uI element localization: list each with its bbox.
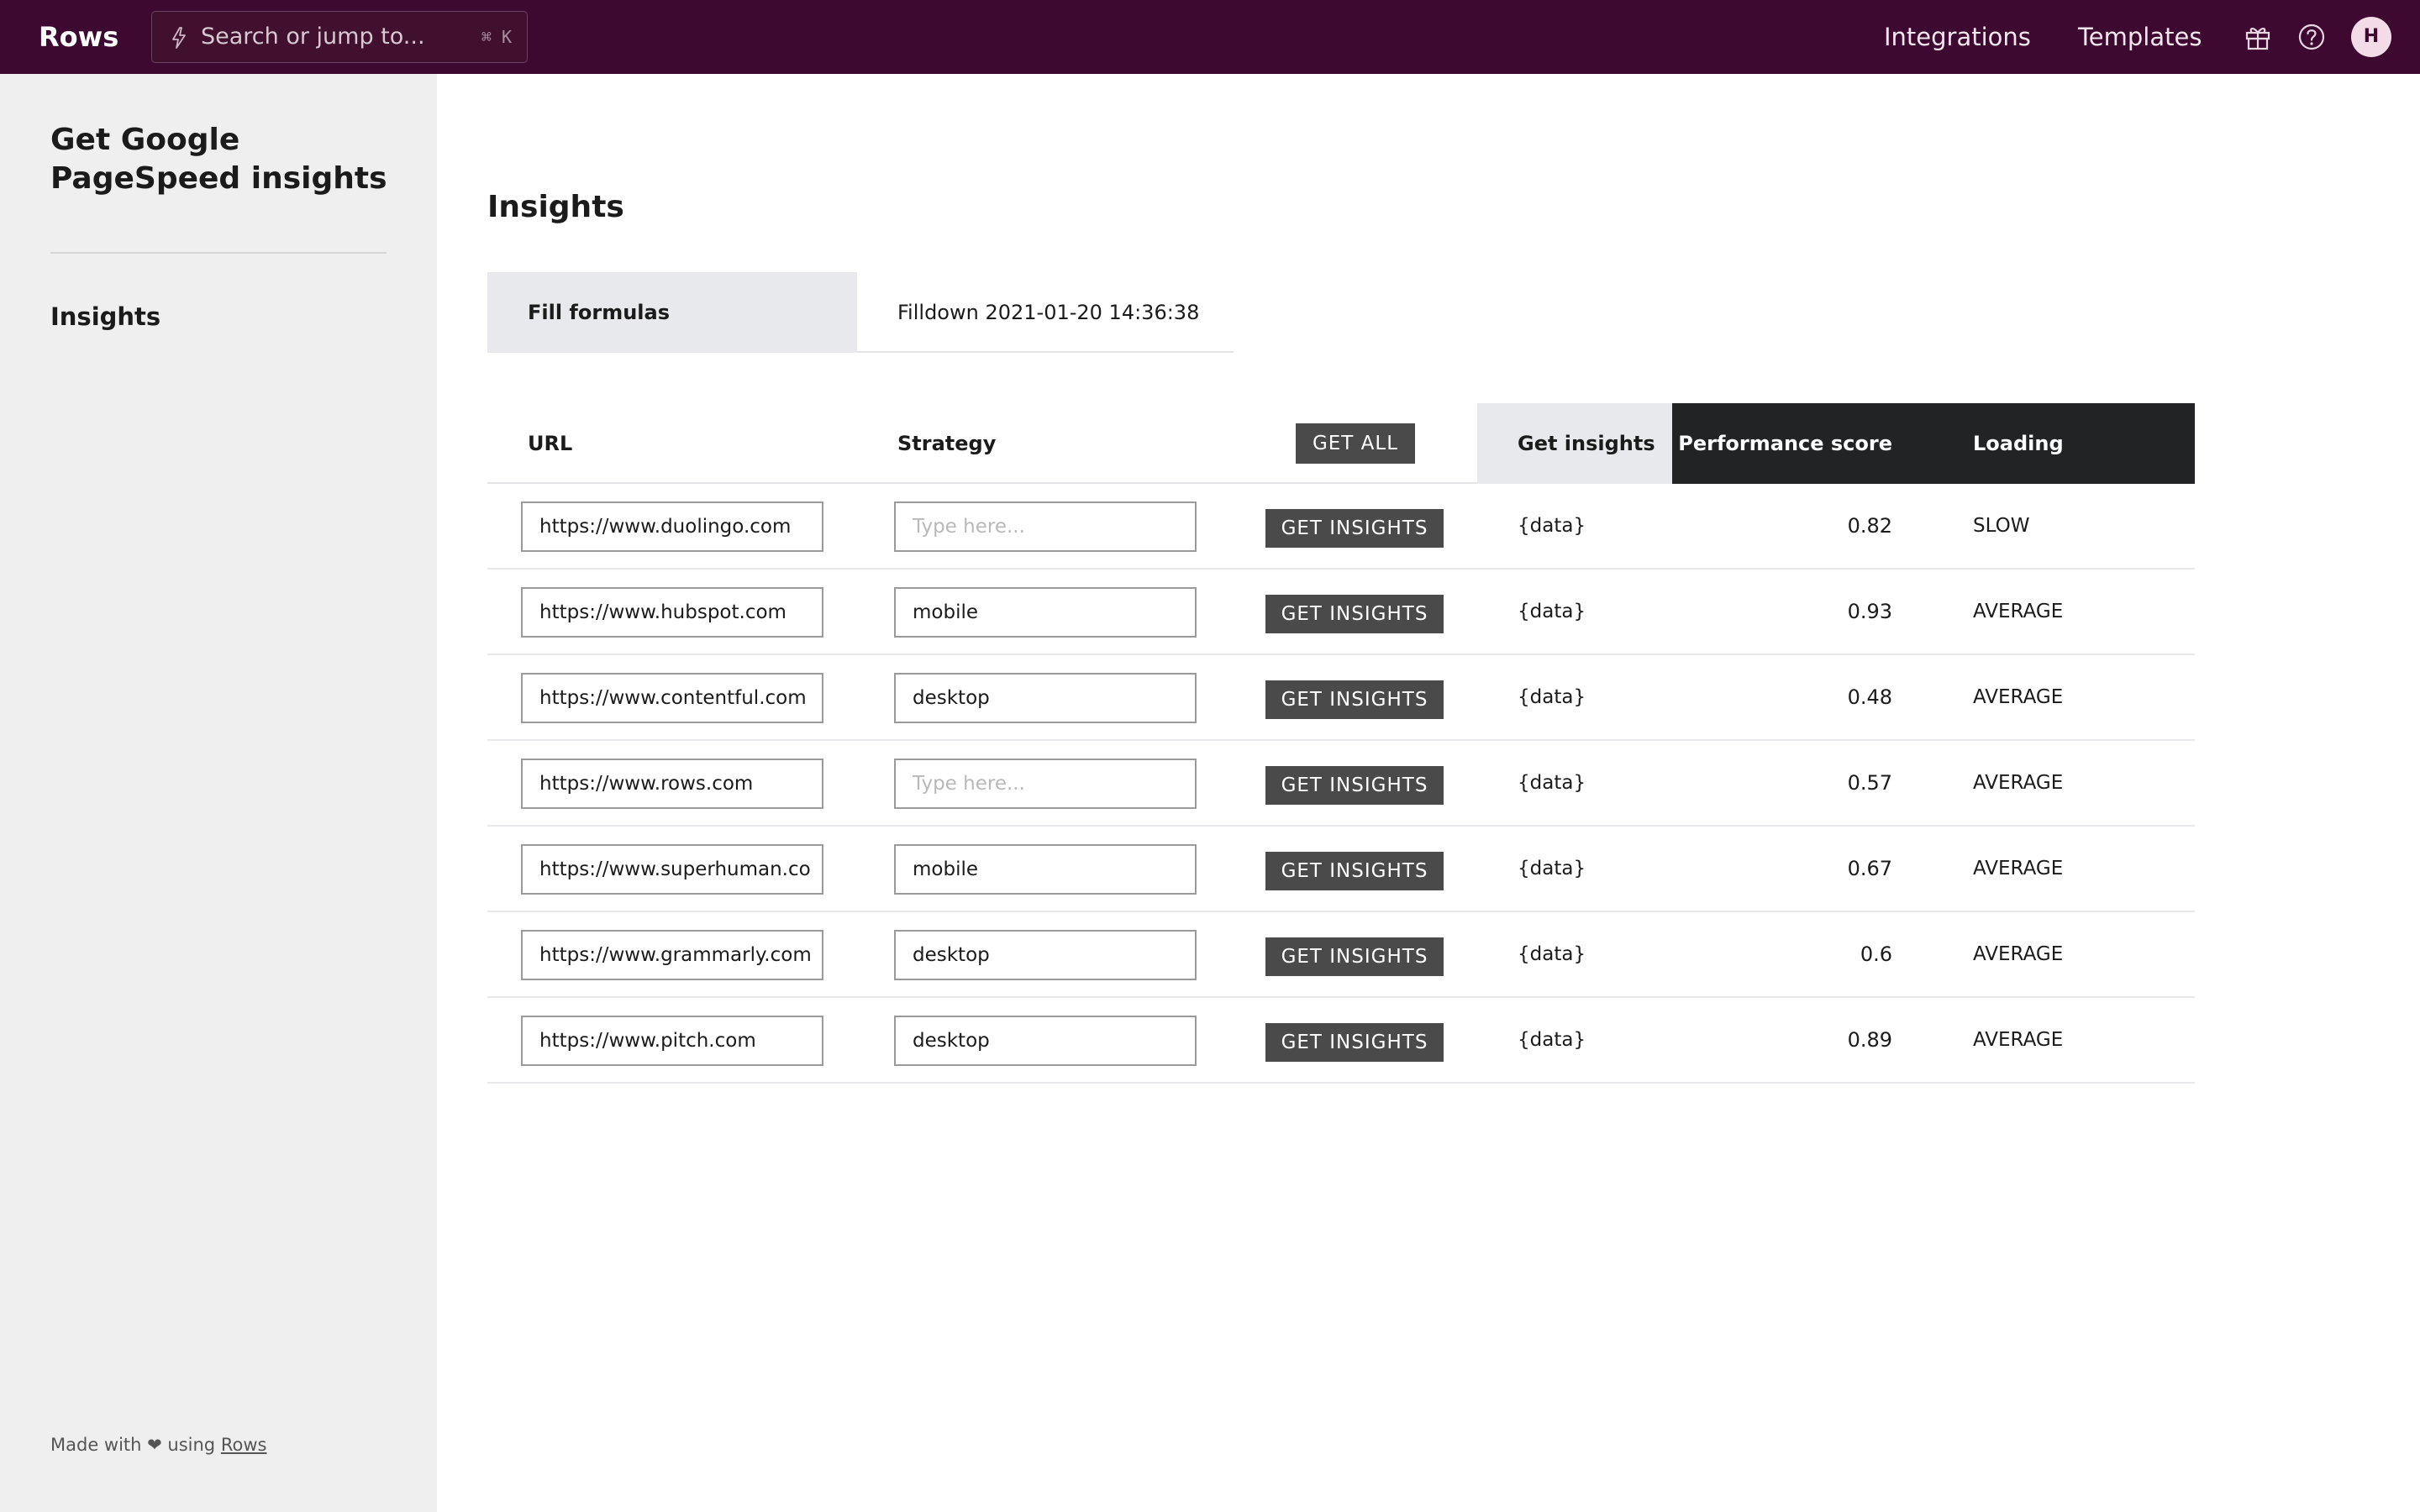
loading-experience-cell: SLOW — [1973, 515, 2030, 537]
search-placeholder: Search or jump to... — [201, 24, 425, 50]
get-insights-button[interactable]: GET INSIGHTS — [1265, 852, 1444, 890]
loading-experience-cell: AVERAGE — [1973, 858, 2064, 879]
get-insights-button[interactable]: GET INSIGHTS — [1265, 680, 1444, 719]
table-body: https://www.duolingo.com Type here... GET … — [487, 484, 2195, 1084]
insights-data-cell: {data} — [1518, 515, 1586, 537]
sidebar-title: Get Google PageSpeed insights — [50, 123, 387, 196]
performance-score-cell: 0.57 — [1847, 771, 1892, 795]
loading-experience-cell: AVERAGE — [1973, 601, 2064, 622]
get-insights-button[interactable]: GET INSIGHTS — [1265, 937, 1444, 976]
header-loading-experience: Loading experience — [1933, 403, 2195, 536]
url-input[interactable]: https://www.rows.com — [521, 759, 823, 809]
nav-templates[interactable]: Templates — [2078, 18, 2202, 55]
search-box[interactable]: Search or jump to... ⌘ K — [151, 11, 528, 63]
header-performance-score: Performance score — [1672, 403, 1933, 484]
loading-experience-cell: AVERAGE — [1973, 1029, 2064, 1051]
performance-score-cell: 0.6 — [1860, 942, 1892, 966]
insights-data-cell: {data} — [1518, 772, 1586, 794]
table-row: https://www.hubspot.com mobile GET INSIGHT… — [487, 570, 2195, 655]
table-row: https://www.pitch.com desktop GET INSIGHTS… — [487, 998, 2195, 1084]
strategy-input[interactable]: Type here... — [894, 759, 1197, 809]
performance-score-cell: 0.82 — [1847, 514, 1892, 538]
tab-bar: Fill formulas Filldown 2021-01-20 14:36:… — [487, 272, 1234, 353]
strategy-input[interactable]: mobile — [894, 844, 1197, 895]
url-input[interactable]: https://www.contentful.com — [521, 673, 823, 723]
table-row: https://www.duolingo.com Type here... GET … — [487, 484, 2195, 570]
url-input[interactable]: https://www.hubspot.com — [521, 587, 823, 638]
made-with-text: Made with ❤ using — [50, 1435, 216, 1455]
tab-filldown[interactable]: Filldown 2021-01-20 14:36:38 — [857, 272, 1234, 353]
table-row: https://www.contentful.com desktop GET INS… — [487, 655, 2195, 741]
url-input[interactable]: https://www.grammarly.com — [521, 930, 823, 980]
url-input[interactable]: https://www.duolingo.com — [521, 501, 823, 552]
performance-score-cell: 0.93 — [1847, 600, 1892, 623]
strategy-input[interactable]: desktop — [894, 930, 1197, 980]
header-url: URL — [528, 432, 573, 455]
sidebar-divider — [50, 252, 387, 254]
table-row: https://www.grammarly.com desktop GET INSI… — [487, 912, 2195, 998]
made-with-footer: Made with ❤ using Rows — [50, 1435, 266, 1455]
performance-score-cell: 0.89 — [1847, 1028, 1892, 1052]
insights-data-cell: {data} — [1518, 858, 1586, 879]
url-input[interactable]: https://www.superhuman.co — [521, 844, 823, 895]
get-insights-button[interactable]: GET INSIGHTS — [1265, 1023, 1444, 1062]
insights-table: URL Strategy GET ALL Get insights Perfor… — [487, 403, 2195, 1084]
header-get-insights: Get insights — [1477, 403, 1672, 484]
strategy-input[interactable]: Type here... — [894, 501, 1197, 552]
get-insights-button[interactable]: GET INSIGHTS — [1265, 595, 1444, 633]
get-insights-button[interactable]: GET INSIGHTS — [1265, 766, 1444, 805]
sidebar: Get Google PageSpeed insights Insights M… — [0, 74, 437, 1512]
strategy-input[interactable]: desktop — [894, 1016, 1197, 1066]
top-bar: Rows Search or jump to... ⌘ K Integratio… — [0, 0, 2420, 74]
table-header: URL Strategy GET ALL Get insights Perfor… — [487, 403, 2195, 536]
loading-experience-cell: AVERAGE — [1973, 943, 2064, 965]
insights-data-cell: {data} — [1518, 601, 1586, 622]
help-icon[interactable] — [2295, 20, 2328, 54]
header-strategy: Strategy — [897, 432, 997, 455]
strategy-input[interactable]: desktop — [894, 673, 1197, 723]
loading-experience-cell: AVERAGE — [1973, 772, 2064, 794]
loading-experience-cell: AVERAGE — [1973, 686, 2064, 708]
get-all-button[interactable]: GET ALL — [1296, 423, 1415, 464]
sidebar-item-insights[interactable]: Insights — [50, 302, 160, 331]
insights-data-cell: {data} — [1518, 943, 1586, 965]
performance-score-cell: 0.48 — [1847, 685, 1892, 709]
table-row: https://www.rows.com Type here... GET INSI… — [487, 741, 2195, 827]
search-shortcut: ⌘ K — [481, 27, 512, 47]
avatar[interactable]: H — [2351, 17, 2391, 57]
table-row: https://www.superhuman.co mobile GET INSIG… — [487, 827, 2195, 912]
get-insights-button[interactable]: GET INSIGHTS — [1265, 509, 1444, 548]
url-input[interactable]: https://www.pitch.com — [521, 1016, 823, 1066]
gift-icon[interactable] — [2241, 20, 2275, 54]
performance-score-cell: 0.67 — [1847, 857, 1892, 880]
page-title: Insights — [487, 190, 624, 224]
tab-fill-formulas[interactable]: Fill formulas — [487, 272, 857, 353]
rows-logo[interactable]: Rows — [39, 18, 118, 55]
nav-integrations[interactable]: Integrations — [1884, 18, 2031, 55]
insights-data-cell: {data} — [1518, 1029, 1586, 1051]
strategy-input[interactable]: mobile — [894, 587, 1197, 638]
insights-data-cell: {data} — [1518, 686, 1586, 708]
lightning-icon — [172, 27, 186, 49]
rows-link[interactable]: Rows — [221, 1435, 267, 1455]
